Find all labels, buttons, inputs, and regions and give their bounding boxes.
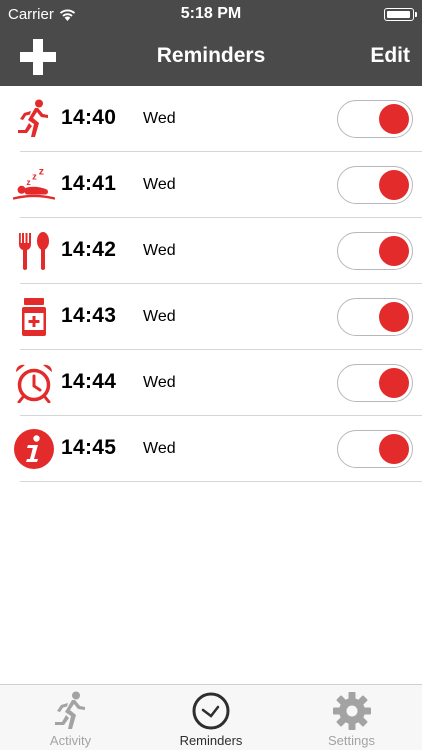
status-bar: Carrier 5:18 PM <box>0 0 422 28</box>
reminder-toggle[interactable] <box>337 166 413 204</box>
reminder-day: Wed <box>143 110 176 127</box>
reminder-time: 14:41 <box>61 172 117 195</box>
tab-settings[interactable]: Settings <box>281 685 422 750</box>
status-time: 5:18 PM <box>180 5 242 22</box>
navigation-bar: Reminders Edit <box>0 28 422 86</box>
tab-label: Reminders <box>179 733 243 748</box>
reminder-day: Wed <box>143 242 176 259</box>
svg-text:z: z <box>32 171 37 182</box>
alarm-clock-icon <box>13 362 55 404</box>
reminder-row[interactable]: 14:43 Wed <box>0 284 422 350</box>
reminder-row[interactable]: z z z 14:41 Wed <box>0 152 422 218</box>
running-icon <box>13 98 55 140</box>
reminder-toggle[interactable] <box>337 100 413 138</box>
reminder-time: 14:44 <box>61 370 117 393</box>
info-icon <box>13 428 55 470</box>
reminders-clock-icon <box>192 692 230 730</box>
tab-label: Settings <box>328 733 375 748</box>
fork-spoon-icon <box>13 230 55 272</box>
svg-text:z: z <box>39 168 44 178</box>
reminder-time: 14:40 <box>61 106 117 129</box>
reminder-day: Wed <box>143 176 176 193</box>
medicine-icon <box>13 296 55 338</box>
edit-button[interactable]: Edit <box>370 44 410 68</box>
reminder-toggle[interactable] <box>337 298 413 336</box>
sleep-icon: z z z <box>13 164 55 206</box>
reminder-day: Wed <box>143 308 176 325</box>
tab-label: Activity <box>49 733 92 748</box>
reminder-toggle[interactable] <box>337 364 413 402</box>
tab-reminders[interactable]: Reminders <box>141 685 281 750</box>
reminder-day: Wed <box>143 440 176 457</box>
reminder-toggle[interactable] <box>337 430 413 468</box>
svg-text:z: z <box>26 177 30 187</box>
reminder-list: 14:40 Wed z z z 14:41 Wed 14:42 Wed 14:4… <box>0 86 422 482</box>
reminder-time: 14:45 <box>61 436 117 459</box>
page-title: Reminders <box>156 44 266 67</box>
reminder-row[interactable]: 14:42 Wed <box>0 218 422 284</box>
reminder-time: 14:43 <box>61 304 117 327</box>
reminder-day: Wed <box>143 374 176 391</box>
reminder-row[interactable]: 14:44 Wed <box>0 350 422 416</box>
activity-icon <box>54 691 85 729</box>
tab-bar: Activity Reminders Settings <box>0 684 422 750</box>
tab-activity[interactable]: Activity <box>0 685 141 750</box>
reminder-toggle[interactable] <box>337 232 413 270</box>
reminder-row[interactable]: 14:40 Wed <box>0 86 422 152</box>
gear-icon <box>332 692 371 730</box>
battery-icon <box>384 8 417 21</box>
reminder-row[interactable]: 14:45 Wed <box>0 416 422 482</box>
reminder-time: 14:42 <box>61 238 117 261</box>
